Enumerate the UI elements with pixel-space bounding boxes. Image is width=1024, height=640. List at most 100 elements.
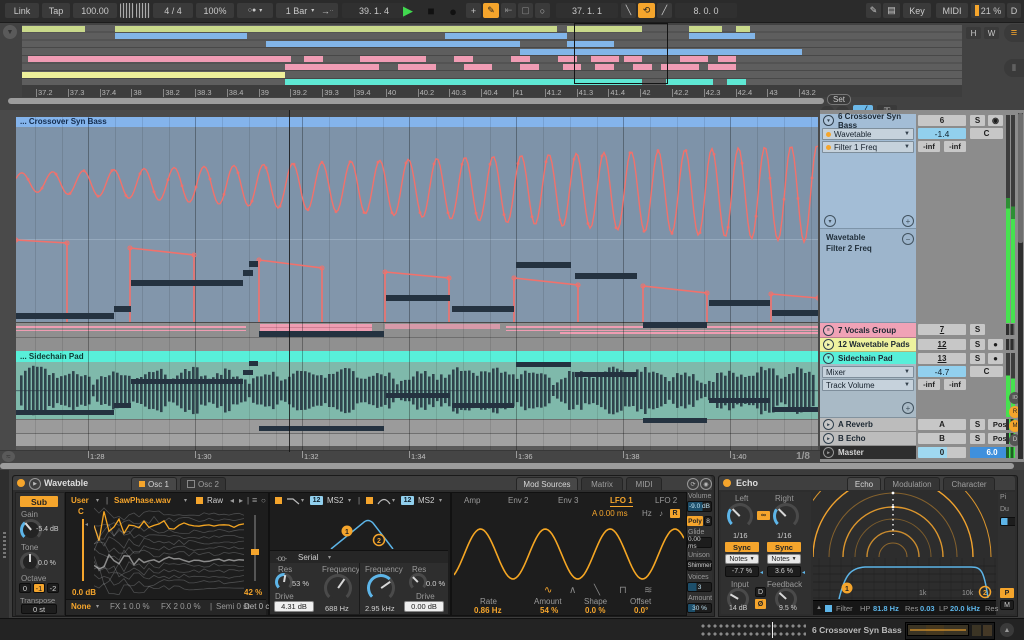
draw-automation-icon[interactable]: ✎ bbox=[866, 3, 881, 18]
overview-clip[interactable] bbox=[285, 64, 380, 70]
set-locator-button[interactable]: Set bbox=[827, 94, 851, 105]
overview-clip[interactable] bbox=[398, 56, 427, 63]
overview-clip[interactable] bbox=[27, 56, 291, 63]
record-button[interactable]: ● bbox=[443, 2, 463, 20]
overview-clip[interactable] bbox=[736, 33, 756, 40]
pan-sidechain[interactable]: C bbox=[970, 366, 1003, 377]
fold-track-icon[interactable]: ▾ bbox=[823, 115, 834, 126]
arm-bass[interactable]: ◉ bbox=[988, 115, 1003, 126]
metronome-button[interactable]: ○● ▾ bbox=[237, 3, 273, 18]
overview-clip[interactable] bbox=[689, 25, 723, 32]
overview-clip[interactable] bbox=[510, 56, 530, 63]
computer-midi-keyboard-button[interactable]: ▤ bbox=[883, 3, 900, 18]
overview-clip[interactable] bbox=[736, 25, 751, 32]
lfo-offset-value[interactable]: 0.0° bbox=[634, 606, 648, 615]
sync-left-button[interactable]: Sync bbox=[725, 542, 759, 552]
tab-matrix[interactable]: Matrix bbox=[581, 477, 623, 490]
next-wavetable-icon[interactable]: ▸ bbox=[239, 496, 243, 505]
horizontal-scrollbar[interactable] bbox=[0, 463, 1014, 469]
filter1-type-icon[interactable] bbox=[286, 497, 300, 505]
tab-env3[interactable]: Env 3 bbox=[558, 496, 578, 505]
punch-in-button[interactable]: ╲ bbox=[621, 3, 636, 18]
unfold-track-icon[interactable]: ▸ bbox=[823, 339, 834, 350]
overview-width-button[interactable]: W bbox=[984, 27, 999, 39]
midi-note[interactable] bbox=[516, 262, 571, 268]
track-header-reverb[interactable]: ▸ A Reverb bbox=[820, 418, 916, 432]
ducking-button[interactable]: D bbox=[755, 587, 766, 597]
device-chain-thumbnails[interactable] bbox=[905, 622, 995, 640]
solo-echo[interactable]: S bbox=[970, 433, 985, 444]
nudge-up-button[interactable] bbox=[136, 3, 150, 18]
lfo-amount-value[interactable]: 54 % bbox=[540, 606, 558, 615]
collapse-filter-icon[interactable]: ▲ bbox=[816, 605, 822, 611]
playhead[interactable] bbox=[289, 110, 290, 452]
wt-position-slider[interactable] bbox=[251, 515, 259, 581]
midi-note[interactable] bbox=[249, 261, 258, 267]
tab-lfo2[interactable]: LFO 2 bbox=[655, 496, 677, 505]
param-chooser-bass[interactable]: Filter 1 Freq ▼ bbox=[822, 141, 914, 153]
master-preview-volume[interactable]: 0 bbox=[918, 447, 966, 458]
automation-envelopes[interactable] bbox=[16, 127, 818, 322]
filter1-res-knob[interactable] bbox=[275, 573, 293, 591]
send-b-sidechain[interactable]: -inf bbox=[944, 379, 966, 390]
midi-note[interactable] bbox=[452, 306, 514, 312]
param-chooser-sidechain[interactable]: Track Volume ▼ bbox=[822, 379, 914, 391]
time-ruler[interactable]: ≈ 1/8 1:28 1:30 1:32 1:34 1:36 1:38 1:40 bbox=[0, 450, 820, 463]
key-map-button[interactable]: Key bbox=[903, 3, 931, 18]
unfold-track-icon[interactable]: ▸ bbox=[823, 433, 834, 444]
midi-note[interactable] bbox=[16, 313, 114, 319]
tab-env2[interactable]: Env 2 bbox=[508, 496, 528, 505]
octave-minus2[interactable]: -2 bbox=[47, 583, 59, 593]
overview-lanes[interactable] bbox=[22, 25, 962, 87]
show-hide-device-view-icon[interactable]: ▲ bbox=[1000, 623, 1014, 637]
glide-field[interactable]: 0.00 ms bbox=[687, 536, 712, 550]
arrangement-overview[interactable]: ▼ H W ≡ ⦀ bbox=[0, 23, 1024, 87]
bass-clip-title-bar[interactable]: ... Crossover Syn Bass bbox=[16, 117, 818, 127]
loop-start-field[interactable]: 37. 1. 1 bbox=[556, 3, 618, 18]
wavetable-bank-menu[interactable]: User bbox=[71, 496, 89, 505]
overview-clip[interactable] bbox=[708, 64, 737, 70]
device-on-led[interactable] bbox=[723, 479, 731, 487]
octave-0[interactable]: 0 bbox=[19, 583, 31, 593]
tab-modulation[interactable]: Modulation bbox=[884, 477, 940, 490]
track-header-master[interactable]: ▸ Master bbox=[820, 446, 916, 459]
filter2-drive-field[interactable]: 0.00 dB bbox=[404, 601, 444, 612]
tab-osc1[interactable]: Osc 1 bbox=[131, 477, 177, 490]
osc-gain-slider[interactable] bbox=[82, 519, 84, 581]
midi-note[interactable] bbox=[643, 322, 707, 328]
add-lane-icon[interactable]: + bbox=[902, 215, 914, 227]
sidechain-header-body[interactable]: Mixer ▼ Track Volume ▼ + bbox=[820, 364, 916, 418]
phase-invert-button[interactable]: Ø bbox=[755, 599, 766, 609]
lfo-retrigger-button[interactable]: R bbox=[670, 509, 680, 518]
tab-osc2[interactable]: Osc 2 bbox=[180, 477, 226, 490]
wavetable-visualization[interactable] bbox=[94, 507, 244, 595]
session-record-box-button[interactable]: ▢ bbox=[518, 3, 533, 18]
midi-note[interactable] bbox=[575, 273, 637, 279]
midi-note[interactable] bbox=[243, 270, 253, 276]
track-header-vocals[interactable]: ≡ 7 Vocals Group bbox=[820, 323, 916, 338]
midi-note[interactable] bbox=[259, 331, 384, 337]
detune-value[interactable]: Det 0 ct bbox=[244, 602, 272, 611]
poly-count-menu[interactable]: 8 bbox=[704, 516, 712, 526]
echo-right-time-knob[interactable] bbox=[773, 503, 799, 529]
overview-clip[interactable] bbox=[115, 33, 247, 40]
filter-routing-menu[interactable]: Serial bbox=[298, 553, 318, 562]
return-activator-reverb[interactable]: A bbox=[918, 419, 966, 430]
overview-zoom-scrollbar[interactable] bbox=[8, 98, 824, 104]
tab-amp[interactable]: Amp bbox=[464, 496, 480, 505]
solo-sidechain[interactable]: S bbox=[970, 353, 985, 364]
sync-right-button[interactable]: Sync bbox=[767, 542, 801, 552]
notes-right-menu[interactable]: Notes ▼ bbox=[767, 554, 801, 564]
groove-amount-field[interactable]: 100% bbox=[196, 3, 234, 18]
fx2-value[interactable]: FX 2 0.0 % bbox=[161, 602, 201, 611]
solo-bass[interactable]: S bbox=[970, 115, 985, 126]
lane-fold-icon[interactable]: ▾ bbox=[824, 215, 836, 227]
overview-clip[interactable] bbox=[463, 64, 492, 70]
volume-sidechain[interactable]: -4.7 bbox=[918, 366, 966, 377]
hot-swap-icon[interactable]: ⟳ bbox=[687, 478, 699, 490]
solo-pads[interactable]: S bbox=[970, 339, 985, 350]
unison-mode-menu[interactable]: Shimmer bbox=[687, 560, 712, 571]
filter-on-checkbox[interactable] bbox=[825, 605, 832, 612]
filter-response-display[interactable]: 1 2 bbox=[271, 507, 447, 549]
tab-lfo1[interactable]: LFO 1 bbox=[610, 496, 633, 507]
